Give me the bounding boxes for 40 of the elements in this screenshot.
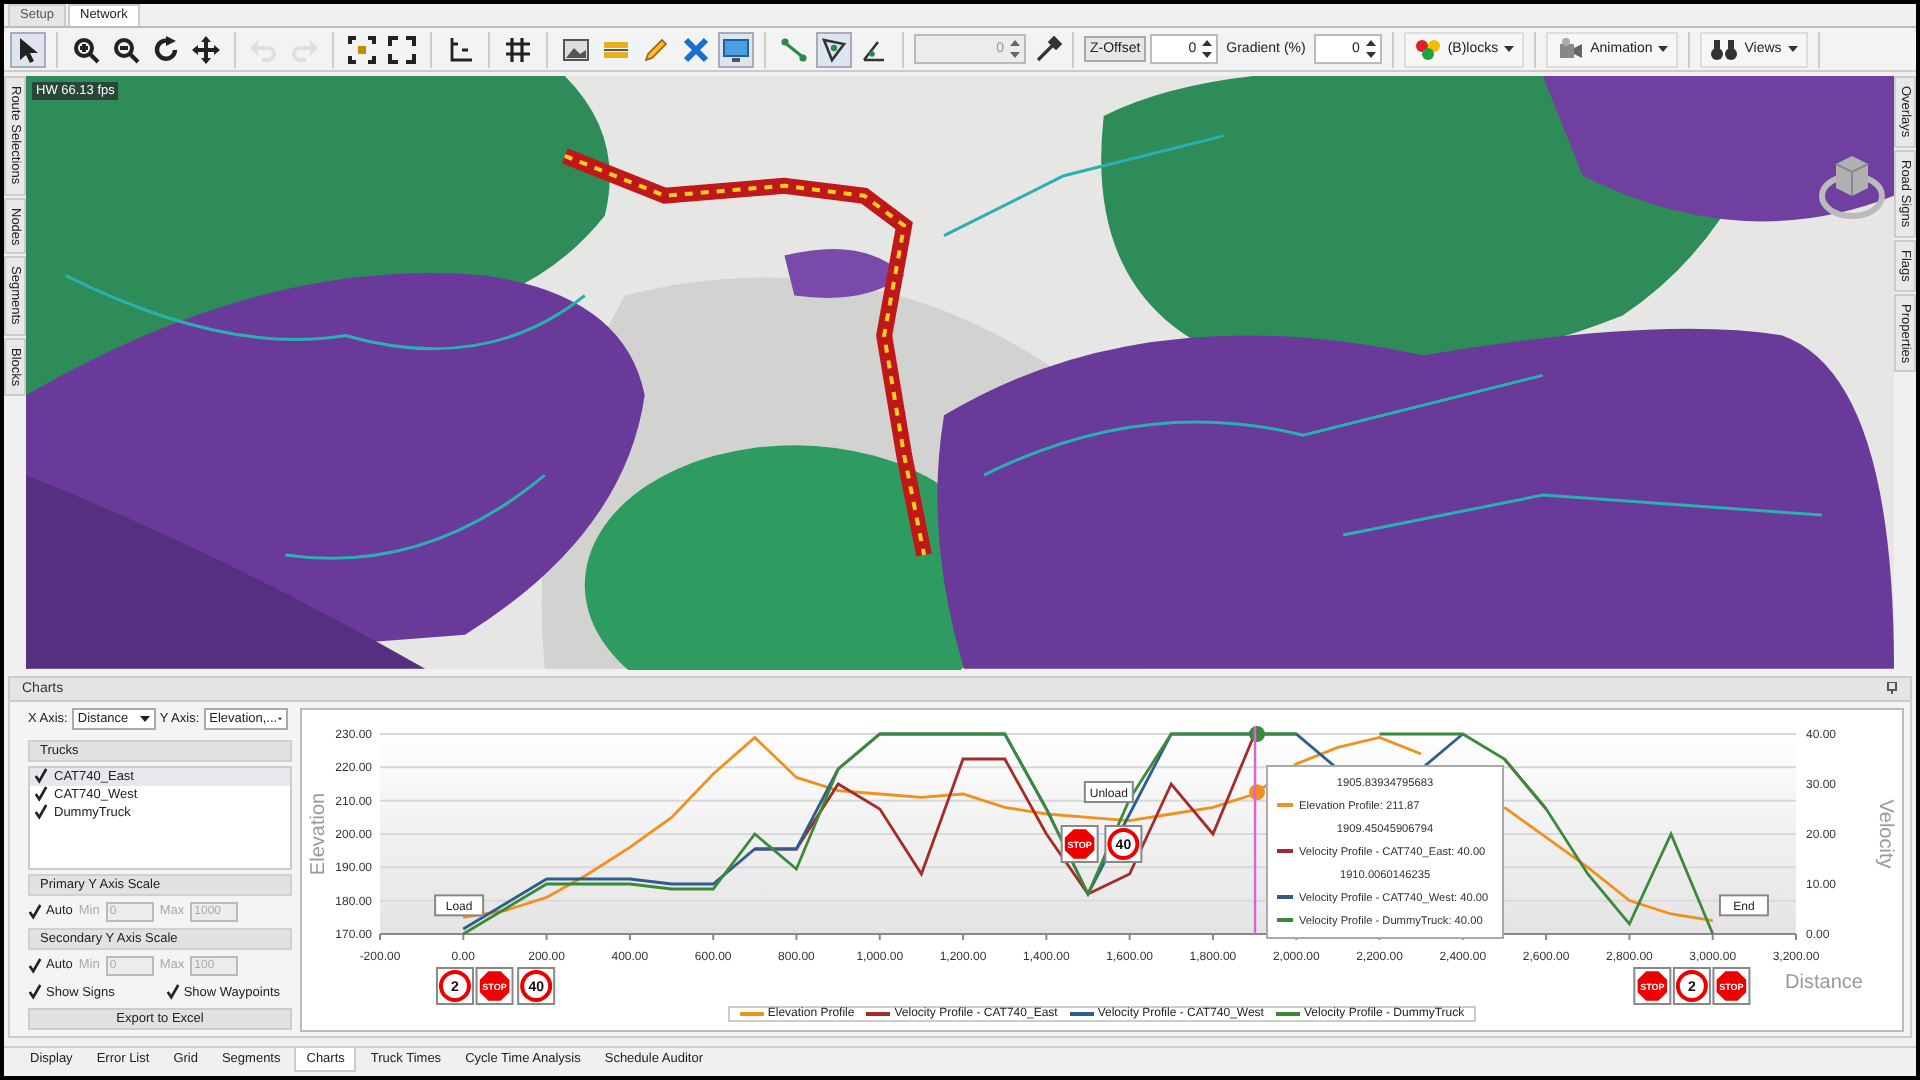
zoom-out-icon bbox=[112, 35, 140, 64]
pan-button[interactable] bbox=[188, 31, 224, 68]
checkbox[interactable] bbox=[34, 787, 48, 801]
screen-button[interactable] bbox=[718, 31, 754, 68]
binoculars-icon bbox=[1710, 37, 1739, 62]
extents-icon bbox=[388, 35, 416, 64]
triangle-button[interactable] bbox=[816, 31, 852, 68]
delete-icon bbox=[682, 35, 710, 64]
checkmark-icon bbox=[28, 903, 42, 919]
checkbox[interactable] bbox=[34, 769, 48, 783]
extents-button[interactable] bbox=[384, 31, 420, 68]
y-axis-title: Elevation bbox=[308, 791, 330, 875]
point-marker bbox=[1249, 783, 1265, 800]
link-icon bbox=[780, 35, 808, 64]
image-icon bbox=[562, 35, 590, 64]
x-axis-title: Distance bbox=[1785, 971, 1863, 993]
caret-icon bbox=[139, 716, 150, 722]
pencil-icon bbox=[642, 35, 670, 64]
checkbox[interactable] bbox=[34, 805, 48, 819]
rotate-icon bbox=[152, 35, 180, 64]
caret-icon bbox=[1658, 46, 1669, 53]
zoom-in-icon bbox=[72, 35, 100, 64]
caret-icon bbox=[1504, 46, 1515, 53]
y-axis-title: Velocity bbox=[1874, 798, 1896, 868]
point-marker bbox=[1249, 725, 1265, 741]
pointer-icon bbox=[14, 35, 42, 64]
checkmark-icon bbox=[165, 984, 180, 1000]
pin-icon[interactable] bbox=[1886, 682, 1898, 695]
fit-icon bbox=[348, 35, 376, 64]
axes-icon bbox=[446, 35, 474, 64]
triangle-icon bbox=[820, 35, 848, 64]
spinner-arrows-icon[interactable] bbox=[1202, 40, 1213, 59]
grid-icon bbox=[504, 35, 532, 64]
pointer-button[interactable] bbox=[10, 31, 46, 68]
caret-icon bbox=[1787, 46, 1798, 53]
pan-icon bbox=[192, 35, 220, 64]
camera-icon bbox=[1556, 37, 1585, 62]
screen-icon bbox=[722, 35, 750, 64]
spinner-arrows-icon[interactable] bbox=[1365, 40, 1376, 59]
fit-button[interactable] bbox=[344, 31, 380, 68]
